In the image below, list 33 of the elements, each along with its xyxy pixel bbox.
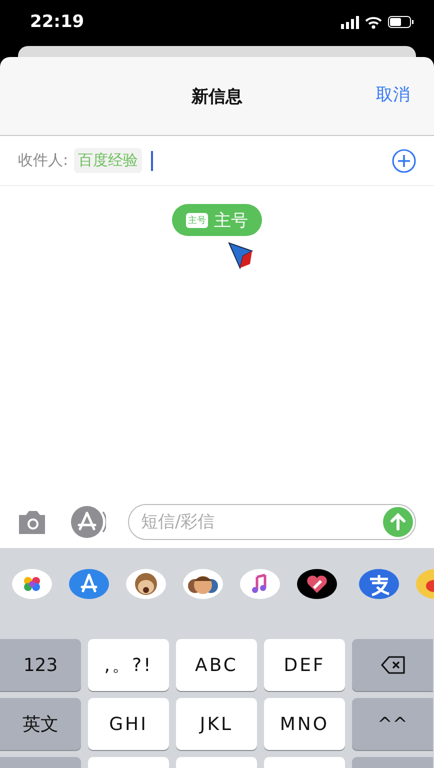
monkey-icon[interactable] (126, 569, 166, 599)
wifi-icon (365, 16, 382, 28)
pointer-icon (228, 242, 254, 270)
letter-key[interactable]: GHI (88, 698, 169, 750)
backspace-icon (380, 656, 404, 674)
message-field[interactable]: 短信/彩信 (128, 504, 416, 540)
music-icon[interactable] (240, 569, 280, 599)
sim-badge: 主号 (186, 212, 208, 228)
photos-icon[interactable] (12, 569, 52, 599)
camera-icon (16, 508, 48, 536)
function-key[interactable]: ^^ (352, 698, 433, 750)
status-time: 22:19 (30, 12, 86, 32)
function-key[interactable]: 英文 (0, 698, 81, 750)
add-contact-icon[interactable] (392, 148, 416, 172)
signal-icon (341, 16, 359, 28)
delete-key[interactable] (352, 639, 433, 691)
letter-key[interactable]: MNO (264, 698, 345, 750)
sim-label: 主号 (214, 210, 248, 232)
cancel-button[interactable]: 取消 (376, 83, 410, 106)
app-store-icon[interactable] (69, 569, 109, 599)
send-icon[interactable] (383, 507, 413, 537)
letter-key[interactable]: DEF (264, 639, 345, 691)
letter-key[interactable]: JKL (176, 698, 257, 750)
app-store-icon (70, 505, 106, 539)
letter-key[interactable]: ,。?! (88, 639, 169, 691)
function-key[interactable]: 123 (0, 639, 81, 691)
text-cursor (151, 150, 154, 170)
payment-app-icon[interactable] (359, 569, 399, 599)
window-title: 新信息 (192, 86, 242, 108)
letter-key[interactable]: ABC (176, 639, 257, 691)
battery-icon (388, 16, 414, 28)
memoji-icon[interactable] (183, 569, 223, 599)
recipient-label: 收件人: (18, 151, 68, 170)
